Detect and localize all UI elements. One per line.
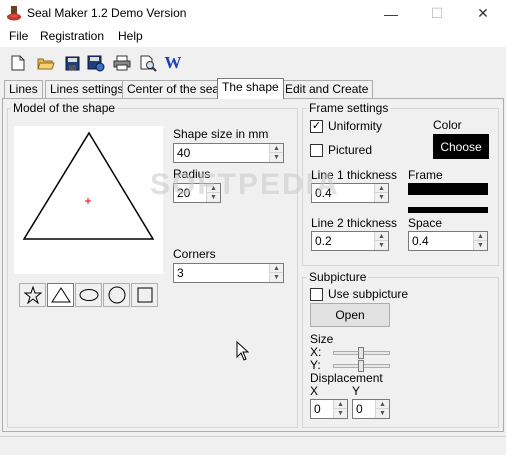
tab-edit-and-create[interactable]: Edit and Create [280, 80, 374, 98]
tab-the-shape[interactable]: The shape [217, 78, 284, 99]
displacement-y-label: Y [352, 384, 361, 398]
radius-value: 20 [177, 186, 191, 200]
close-button[interactable]: ✕ [460, 0, 506, 27]
new-file-icon[interactable] [8, 53, 28, 73]
word-export-icon[interactable]: W [163, 53, 183, 73]
displacement-x-arrows[interactable]: ▲ ▼ [333, 400, 347, 418]
line1-thickness-label: Line 1 thickness [311, 168, 398, 182]
triangle-shape-button[interactable] [47, 283, 74, 307]
line1-thickness-value: 0.4 [315, 186, 332, 200]
displacement-y-arrows[interactable]: ▲ ▼ [375, 400, 389, 418]
corners-arrows[interactable]: ▲ ▼ [269, 264, 283, 282]
square-shape-button[interactable] [131, 283, 158, 307]
frame-line2-preview [408, 207, 488, 213]
save-as-icon[interactable] [86, 53, 106, 73]
shape-size-label: Shape size in mm [173, 127, 269, 141]
space-spinner[interactable]: 0.4 ▲ ▼ [408, 231, 488, 251]
shape-size-arrows[interactable]: ▲ ▼ [269, 144, 283, 162]
size-label: Size [310, 332, 334, 346]
ellipse-shape-button[interactable] [75, 283, 102, 307]
choose-color-button[interactable]: Choose [433, 134, 489, 159]
shape-size-spinner[interactable]: 40 ▲ ▼ [173, 143, 284, 163]
frame-label: Frame [408, 168, 443, 182]
frame-settings-label: Frame settings [307, 101, 391, 115]
subpicture-label: Subpicture [307, 270, 369, 284]
tab-lines[interactable]: Lines [4, 80, 43, 98]
shape-size-value: 40 [177, 146, 191, 160]
radius-spinner[interactable]: 20 ▲ ▼ [173, 183, 221, 203]
color-label: Color [433, 118, 462, 132]
circle-shape-button[interactable] [103, 283, 130, 307]
status-bar [0, 436, 506, 455]
line1-thickness-arrows[interactable]: ▲ ▼ [374, 184, 388, 202]
corners-label: Corners [173, 247, 216, 261]
frame-line1-preview [408, 183, 488, 195]
triangle-icon [50, 287, 71, 303]
corners-value: 3 [177, 266, 184, 280]
radius-arrows[interactable]: ▲ ▼ [206, 184, 220, 202]
space-value: 0.4 [412, 234, 429, 248]
corners-spinner[interactable]: 3 ▲ ▼ [173, 263, 284, 283]
star-shape-button[interactable] [19, 283, 46, 307]
displacement-y-spinner[interactable]: 0 ▲ ▼ [352, 399, 390, 419]
size-x-slider-thumb[interactable] [358, 347, 364, 359]
displacement-x-value: 0 [314, 402, 321, 416]
mouse-cursor-icon [236, 340, 250, 364]
line2-thickness-value: 0.2 [315, 234, 332, 248]
uniformity-checkbox[interactable]: ✓ [310, 120, 323, 133]
line2-thickness-spinner[interactable]: 0.2 ▲ ▼ [311, 231, 389, 251]
line1-thickness-spinner[interactable]: 0.4 ▲ ▼ [311, 183, 389, 203]
menu-file[interactable]: File [7, 29, 30, 43]
pictured-checkbox[interactable] [310, 144, 323, 157]
ellipse-icon [79, 289, 98, 301]
displacement-label: Displacement [310, 371, 383, 385]
space-arrows[interactable]: ▲ ▼ [473, 232, 487, 250]
radius-label: Radius [173, 167, 211, 181]
square-icon [137, 287, 152, 303]
size-y-label: Y: [310, 358, 321, 372]
window-title: Seal Maker 1.2 Demo Version [27, 6, 187, 20]
open-folder-icon[interactable] [36, 53, 56, 73]
open-subpicture-button[interactable]: Open [310, 303, 390, 327]
print-preview-icon[interactable] [138, 53, 158, 73]
displacement-x-label: X [310, 384, 319, 398]
model-group-label: Model of the shape [11, 101, 118, 115]
displacement-y-value: 0 [356, 402, 363, 416]
pictured-label: Pictured [328, 143, 373, 157]
displacement-x-spinner[interactable]: 0 ▲ ▼ [310, 399, 348, 419]
tab-lines-settings[interactable]: Lines settings [45, 80, 129, 98]
circle-icon [108, 286, 125, 304]
save-icon[interactable] [62, 53, 82, 73]
space-label: Space [408, 216, 443, 230]
maximize-button[interactable]: ☐ [414, 0, 460, 27]
app-logo-icon [6, 5, 22, 21]
triangle-shape [22, 131, 155, 240]
use-subpicture-checkbox[interactable] [310, 288, 323, 301]
minimize-button[interactable]: — [368, 0, 414, 27]
star-icon [23, 286, 42, 304]
tab-center-of-the-seal[interactable]: Center of the seal [122, 80, 227, 98]
menu-help[interactable]: Help [116, 29, 145, 43]
shape-preview [14, 126, 163, 274]
print-icon[interactable] [112, 53, 132, 73]
uniformity-label: Uniformity [328, 119, 383, 133]
line2-thickness-label: Line 2 thickness [311, 216, 398, 230]
line2-thickness-arrows[interactable]: ▲ ▼ [374, 232, 388, 250]
menu-registration[interactable]: Registration [38, 29, 106, 43]
size-x-label: X: [310, 345, 322, 359]
use-subpicture-label: Use subpicture [328, 287, 409, 301]
